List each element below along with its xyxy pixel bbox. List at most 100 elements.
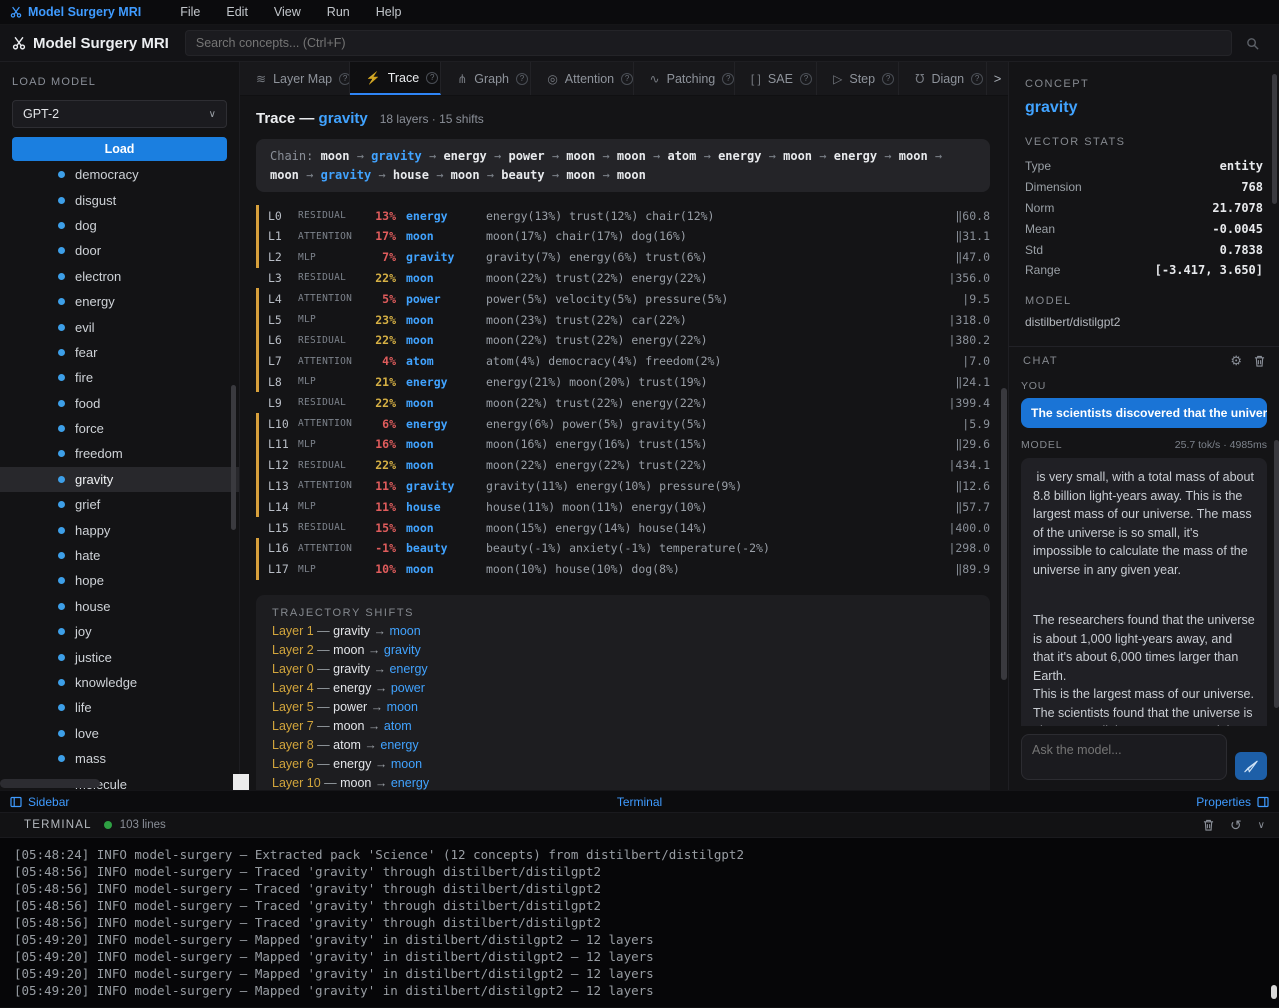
layer-row[interactable]: L16ATTENTION-1%beautybeauty(-1%) anxiety…	[256, 538, 990, 559]
layer-row[interactable]: L5MLP23%moonmoon(23%) trust(22%) car(22%…	[256, 309, 990, 330]
concept-item-love[interactable]: love	[0, 721, 239, 746]
concept-item-door[interactable]: door	[0, 238, 239, 263]
menu-item-edit[interactable]: Edit	[213, 5, 261, 19]
sidebar-hscrollbar-thumb[interactable]	[0, 779, 100, 788]
concept-item-hate[interactable]: hate	[0, 543, 239, 568]
tab-graph[interactable]: ⋔Graph?	[441, 62, 531, 95]
layer-row[interactable]: L1ATTENTION17%moonmoon(17%) chair(17%) d…	[256, 226, 990, 247]
concept-item-justice[interactable]: justice	[0, 644, 239, 669]
model-select[interactable]: GPT-2 ∨	[12, 100, 227, 128]
stat-key: Range	[1025, 263, 1060, 277]
layer-norm: |298.0	[924, 541, 990, 555]
tab-label: Layer Map	[273, 72, 332, 86]
layer-row[interactable]: L6RESIDUAL22%moonmoon(22%) trust(22%) en…	[256, 330, 990, 351]
statusbar-sidebar-toggle[interactable]: Sidebar	[10, 795, 69, 809]
chevron-down-icon[interactable]: ∨	[1258, 820, 1265, 831]
concept-item-electron[interactable]: electron	[0, 264, 239, 289]
layer-row[interactable]: L15RESIDUAL15%moonmoon(15%) energy(14%) …	[256, 517, 990, 538]
chat-scrollbar-thumb[interactable]	[1274, 440, 1279, 708]
paper-plane-icon	[1244, 760, 1258, 773]
layer-type: RESIDUAL	[298, 460, 360, 471]
load-button[interactable]: Load	[12, 137, 227, 161]
trajectory-list: Layer 1 — gravity → moonLayer 2 — moon →…	[272, 625, 974, 790]
concept-item-hope[interactable]: hope	[0, 568, 239, 593]
layer-id: L16	[268, 541, 298, 555]
tab-patching[interactable]: ∿Patching?	[634, 62, 735, 95]
concept-item-mass[interactable]: mass	[0, 746, 239, 771]
sidebar-scrollbar-thumb[interactable]	[231, 385, 236, 530]
layer-type: MLP	[298, 314, 360, 325]
terminal-body[interactable]: [05:48:24] INFO model-surgery — Extracte…	[0, 838, 1279, 1007]
main-scrollbar-thumb[interactable]	[1001, 388, 1007, 680]
tab-overflow-button[interactable]: >	[987, 62, 1008, 95]
help-badge-icon: ?	[621, 73, 633, 85]
layer-predictions: moon(22%) trust(22%) energy(22%)	[486, 396, 924, 410]
concept-item-joy[interactable]: joy	[0, 619, 239, 644]
concept-item-fear[interactable]: fear	[0, 340, 239, 365]
layer-row[interactable]: L14MLP11%househouse(11%) moon(11%) energ…	[256, 496, 990, 517]
trash-icon[interactable]	[1203, 819, 1214, 831]
layer-row[interactable]: L8MLP21%energyenergy(21%) moon(20%) trus…	[256, 372, 990, 393]
concept-item-life[interactable]: life	[0, 695, 239, 720]
layer-row[interactable]: L9RESIDUAL22%moonmoon(22%) trust(22%) en…	[256, 392, 990, 413]
concept-list[interactable]: democracydisgustdogdoorelectronenergyevi…	[0, 169, 239, 790]
gear-icon[interactable]: ⚙	[1230, 353, 1242, 369]
trash-icon[interactable]	[1254, 355, 1265, 367]
statusbar-properties-toggle[interactable]: Properties	[1196, 795, 1269, 809]
concept-item-gravity[interactable]: gravity	[0, 467, 239, 492]
layer-row[interactable]: L3RESIDUAL22%moonmoon(22%) trust(22%) en…	[256, 268, 990, 289]
concept-item-house[interactable]: house	[0, 594, 239, 619]
layer-row[interactable]: L7ATTENTION4%atomatom(4%) democracy(4%) …	[256, 351, 990, 372]
search-input[interactable]	[196, 36, 1221, 50]
concept-label: mass	[75, 751, 106, 766]
tab-label: Diagn	[931, 72, 964, 86]
menu-item-run[interactable]: Run	[314, 5, 363, 19]
tab-trace[interactable]: ⚡Trace?	[350, 62, 441, 95]
layer-row[interactable]: L17MLP10%moonmoon(10%) house(10%) dog(8%…	[256, 559, 990, 580]
layer-row[interactable]: L13ATTENTION11%gravitygravity(11%) energ…	[256, 476, 990, 497]
layer-row[interactable]: L2MLP7%gravitygravity(7%) energy(6%) tru…	[256, 247, 990, 268]
tab-sae[interactable]: [ ]SAE?	[735, 62, 817, 95]
panel-scrollbar-thumb[interactable]	[1272, 74, 1277, 204]
statusbar-terminal-label[interactable]: Terminal	[0, 795, 1279, 809]
menu-item-file[interactable]: File	[167, 5, 213, 19]
concept-item-knowledge[interactable]: knowledge	[0, 670, 239, 695]
layer-type: MLP	[298, 564, 360, 575]
scrollbar-corner[interactable]	[233, 774, 249, 790]
search-box[interactable]	[185, 30, 1232, 56]
tab-diagn[interactable]: ℧Diagn?	[899, 62, 987, 95]
concept-dot-icon	[58, 577, 65, 584]
layer-row[interactable]: L0RESIDUAL13%energyenergy(13%) trust(12%…	[256, 205, 990, 226]
tab-attention[interactable]: ◎Attention?	[531, 62, 633, 95]
menu-item-help[interactable]: Help	[363, 5, 415, 19]
concept-name: gravity	[1025, 99, 1263, 117]
search-icon[interactable]	[1246, 37, 1259, 50]
layer-row[interactable]: L12RESIDUAL22%moonmoon(22%) energy(22%) …	[256, 455, 990, 476]
concept-item-force[interactable]: force	[0, 416, 239, 441]
concept-item-evil[interactable]: evil	[0, 314, 239, 339]
concept-item-food[interactable]: food	[0, 391, 239, 416]
arrow-icon: →	[371, 757, 390, 771]
concept-label: hate	[75, 548, 100, 563]
chat-input[interactable]	[1021, 734, 1227, 780]
layer-row[interactable]: L11MLP16%moonmoon(16%) energy(16%) trust…	[256, 434, 990, 455]
layer-row[interactable]: L4ATTENTION5%powerpower(5%) velocity(5%)…	[256, 288, 990, 309]
refresh-icon[interactable]: ↺	[1230, 817, 1242, 834]
terminal-scrollbar-thumb[interactable]	[1271, 985, 1277, 999]
trajectory-layer: Layer 6	[272, 757, 314, 771]
concept-item-grief[interactable]: grief	[0, 492, 239, 517]
concept-item-dog[interactable]: dog	[0, 213, 239, 238]
layer-norm: |5.9	[924, 417, 990, 431]
menu-item-view[interactable]: View	[261, 5, 314, 19]
concept-item-fire[interactable]: fire	[0, 365, 239, 390]
tab-layer-map[interactable]: ≋Layer Map?	[240, 62, 350, 95]
tab-step[interactable]: ▷Step?	[817, 62, 899, 95]
concept-item-disgust[interactable]: disgust	[0, 187, 239, 212]
layer-row[interactable]: L10ATTENTION6%energyenergy(6%) power(5%)…	[256, 413, 990, 434]
concept-item-freedom[interactable]: freedom	[0, 441, 239, 466]
concept-item-democracy[interactable]: democracy	[0, 169, 239, 187]
concept-item-happy[interactable]: happy	[0, 517, 239, 542]
concept-item-energy[interactable]: energy	[0, 289, 239, 314]
send-button[interactable]	[1235, 752, 1267, 780]
concept-label: fire	[75, 370, 93, 385]
